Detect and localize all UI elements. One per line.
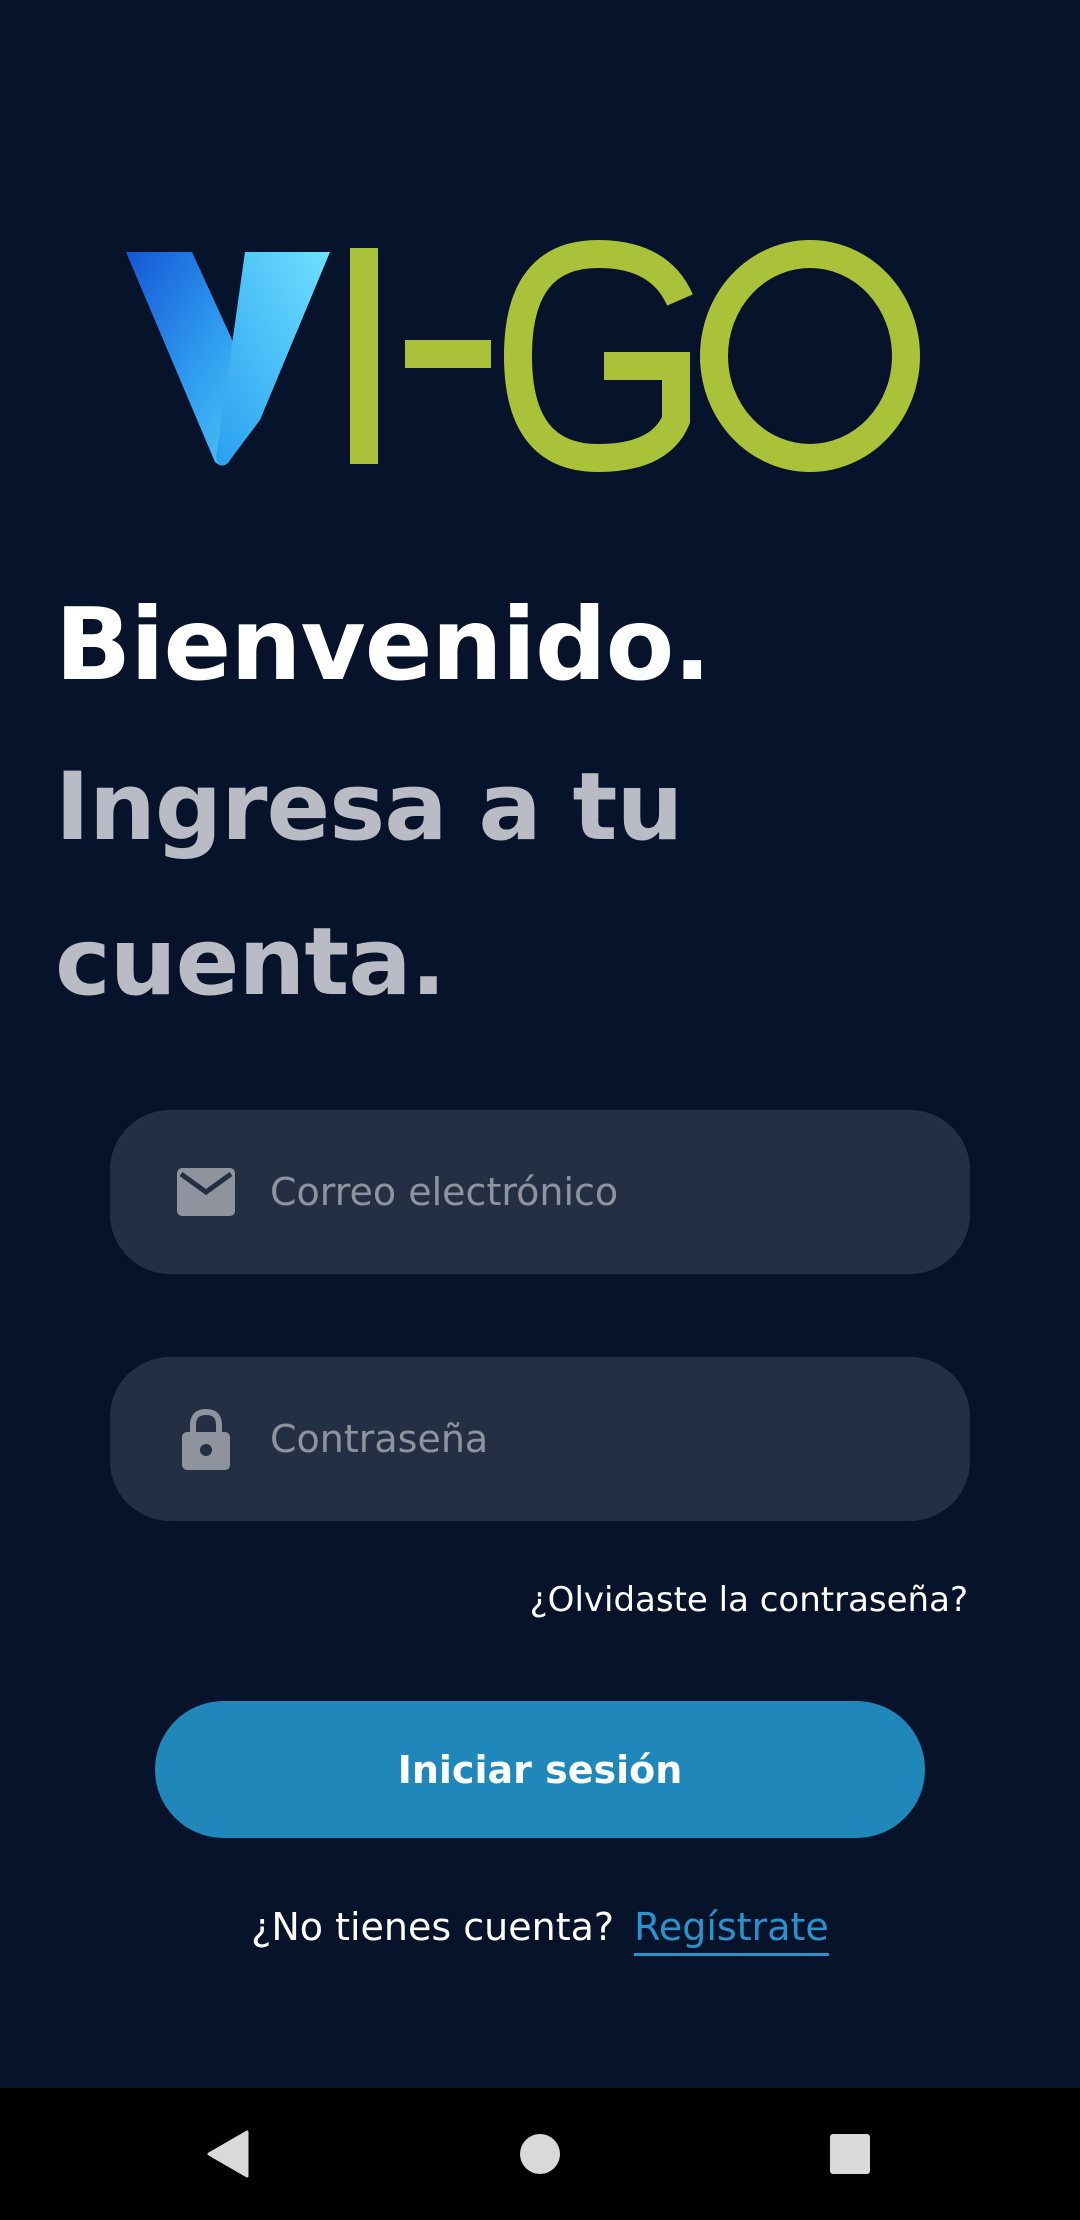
- login-screen: Bienvenido. Ingresa a tu cuenta. ¿Olvida…: [0, 0, 1080, 2088]
- password-input[interactable]: [270, 1357, 930, 1521]
- lock-icon: [176, 1407, 236, 1471]
- signup-prompt: ¿No tienes cuenta?: [251, 1905, 615, 1949]
- back-icon[interactable]: [187, 2114, 267, 2194]
- vigo-logo: [120, 240, 940, 480]
- recents-icon[interactable]: [810, 2114, 890, 2194]
- forgot-password-link[interactable]: ¿Olvidaste la contraseña?: [530, 1580, 968, 1620]
- home-icon[interactable]: [500, 2114, 580, 2194]
- register-link[interactable]: Regístrate: [634, 1905, 829, 1956]
- password-field[interactable]: [110, 1357, 970, 1521]
- email-field[interactable]: [110, 1110, 970, 1274]
- login-subtitle: Ingresa a tu cuenta.: [55, 753, 683, 1017]
- signup-row: ¿No tienes cuenta? Regístrate: [0, 1905, 1080, 1956]
- email-input[interactable]: [270, 1110, 930, 1274]
- login-button[interactable]: Iniciar sesión: [155, 1701, 925, 1838]
- mail-icon: [176, 1160, 236, 1224]
- system-navigation-bar: [0, 2088, 1080, 2220]
- welcome-heading: Bienvenido.: [55, 586, 711, 703]
- vigo-logo-graphic: [126, 240, 920, 473]
